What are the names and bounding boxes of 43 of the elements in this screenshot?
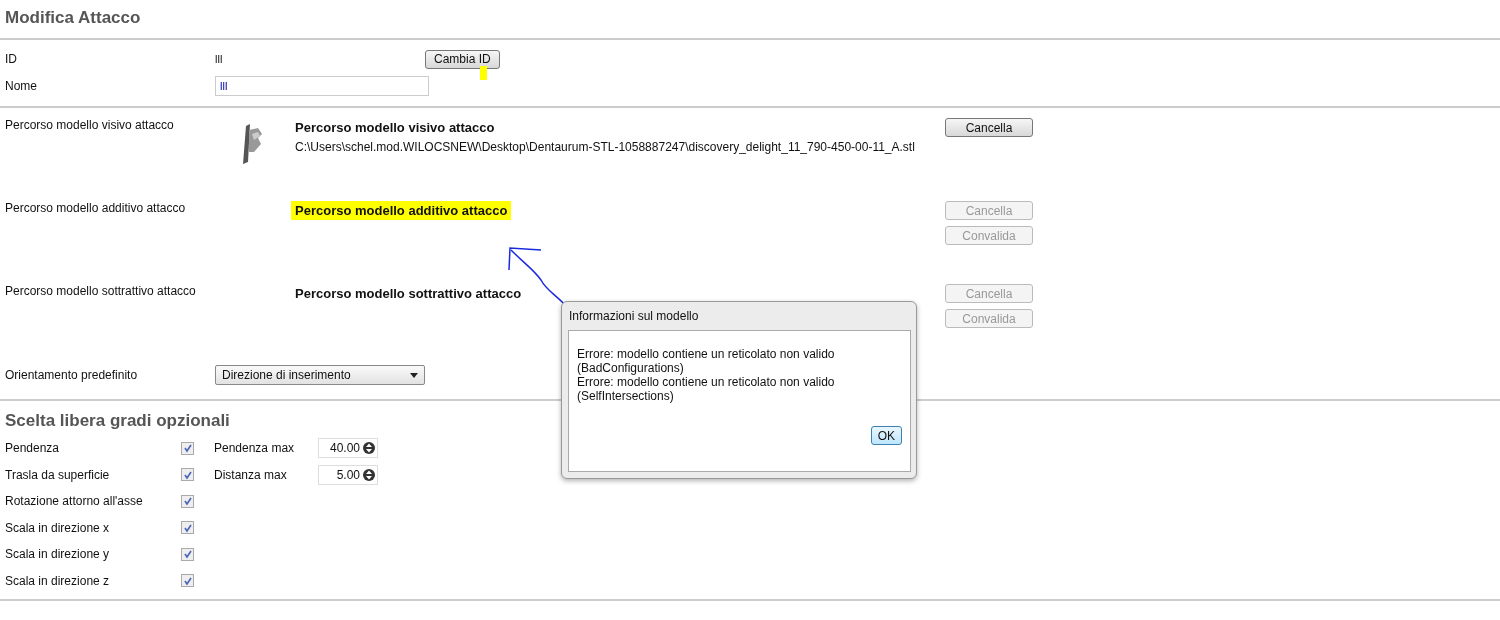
model-heading: Percorso modello additivo attacco bbox=[291, 201, 512, 220]
file-path: C:\Users\schel.mod.WILOCSNEW\Desktop\Dentaurum-STL-1058887247\discovery_delight_11_790-450-00-11_A.stl bbox=[295, 140, 916, 154]
number-spinbox[interactable]: 40.00 bbox=[318, 438, 378, 459]
orientation-dropdown[interactable]: Direzione di inserimento bbox=[215, 365, 425, 385]
checkbox[interactable] bbox=[181, 547, 194, 561]
parameter-label: Distanza max bbox=[214, 467, 288, 482]
field-label: Percorso modello visivo attacco bbox=[5, 118, 175, 132]
error-message: (BadConfigurations) bbox=[577, 361, 685, 375]
checkbox[interactable] bbox=[181, 521, 194, 535]
field-label: Percorso modello sottrattivo attacco bbox=[5, 284, 197, 298]
highlight-mark bbox=[480, 66, 487, 80]
dialog-title: Informazioni sul modello bbox=[568, 308, 700, 325]
page-title: Modifica Attacco bbox=[4, 7, 142, 29]
option-label: Scala in direzione x bbox=[5, 520, 111, 535]
field-label: Nome bbox=[5, 79, 38, 93]
id-value: lll bbox=[215, 53, 224, 65]
option-label: Scala in direzione y bbox=[5, 547, 111, 562]
model-action-button[interactable]: Cancella bbox=[945, 118, 1033, 137]
error-message: (SelfIntersections) bbox=[577, 389, 675, 403]
parameter-label: Pendenza max bbox=[214, 441, 296, 456]
option-label: Pendenza bbox=[5, 441, 61, 456]
error-message: Errore: modello contiene un reticolato non valido bbox=[577, 347, 836, 361]
field-label: Orientamento predefinito bbox=[5, 368, 139, 382]
spinner-arrows-icon bbox=[363, 441, 375, 456]
checkbox[interactable] bbox=[181, 574, 194, 588]
checkbox[interactable] bbox=[181, 494, 194, 508]
number-spinbox[interactable]: 5.00 bbox=[318, 464, 378, 485]
change-id-button[interactable]: Cambia ID bbox=[425, 49, 500, 69]
checkbox[interactable] bbox=[181, 468, 194, 482]
section-title: Scelta libera gradi opzionali bbox=[4, 410, 231, 432]
checkbox[interactable] bbox=[181, 441, 194, 455]
field-label: Percorso modello additivo attacco bbox=[5, 201, 187, 215]
error-message: Errore: modello contiene un reticolato non valido bbox=[577, 375, 836, 389]
caret-icon bbox=[410, 372, 418, 378]
model-heading: Percorso modello visivo attacco bbox=[295, 120, 495, 135]
option-label: Scala in direzione z bbox=[5, 573, 111, 588]
name-input-field[interactable]: lll bbox=[215, 76, 429, 96]
ok-button[interactable]: OK bbox=[870, 426, 902, 445]
model-heading: Percorso modello sottrattivo attacco bbox=[295, 286, 522, 301]
option-label: Rotazione attorno all'asse bbox=[5, 494, 144, 509]
spinner-arrows-icon bbox=[363, 467, 375, 482]
option-label: Trasla da superficie bbox=[5, 467, 111, 482]
field-label: ID bbox=[5, 52, 18, 66]
